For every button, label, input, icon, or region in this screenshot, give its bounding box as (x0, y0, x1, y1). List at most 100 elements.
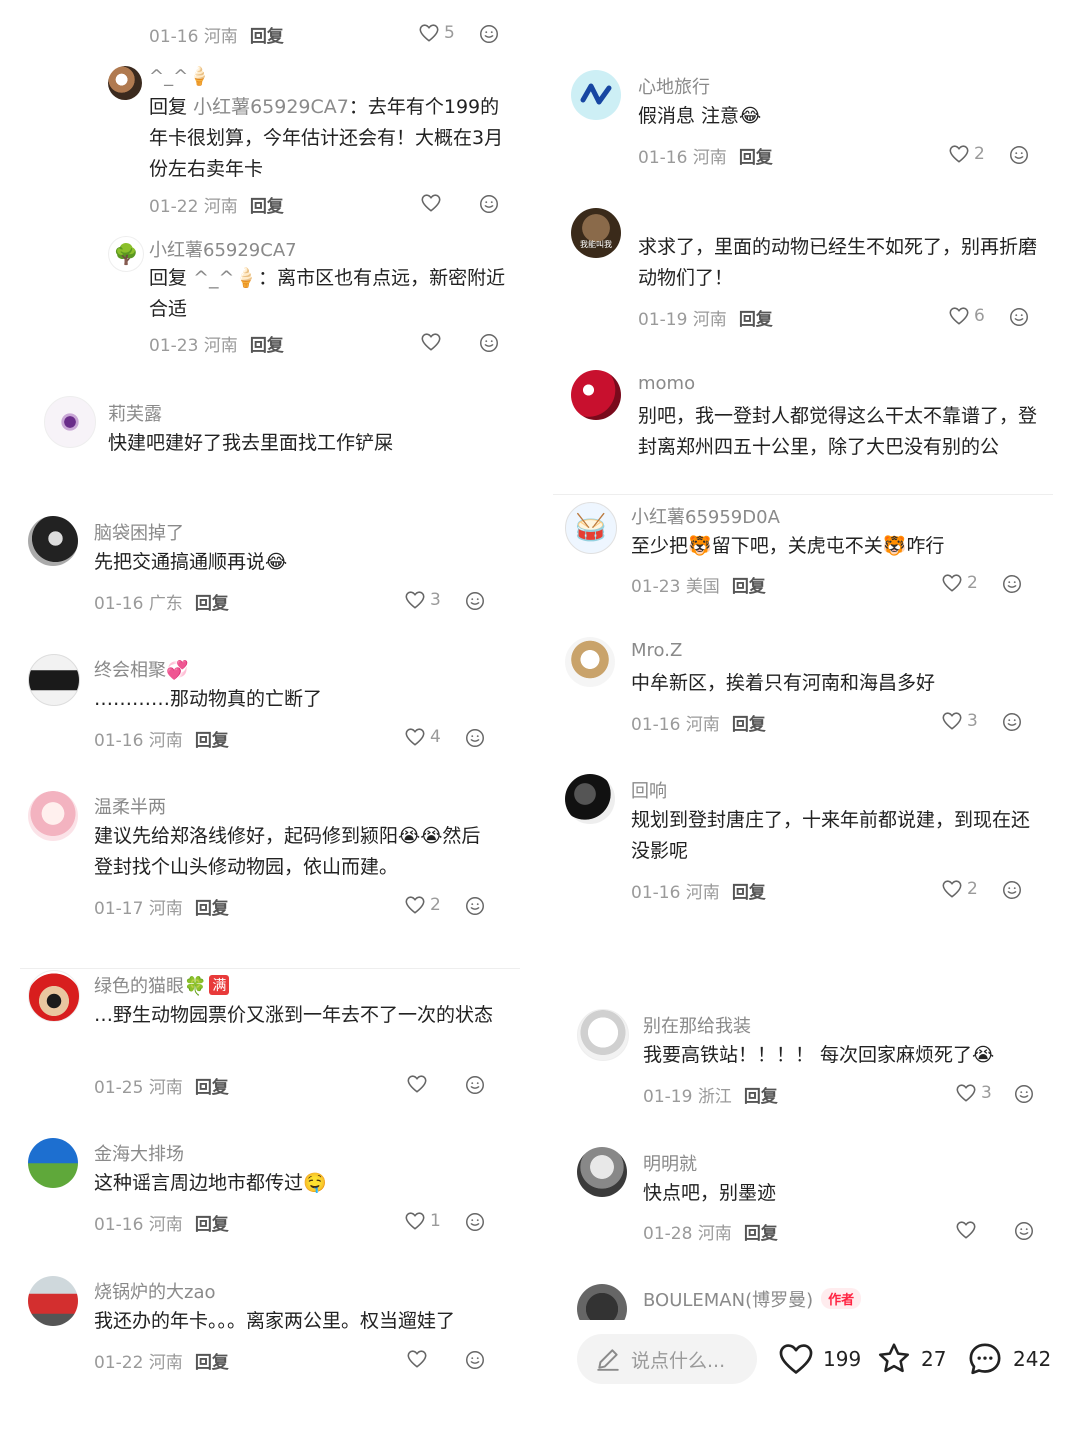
emoji-reaction-icon[interactable] (1001, 711, 1023, 733)
like-button[interactable] (420, 192, 442, 214)
username[interactable]: momo (638, 373, 695, 394)
comment-text: 别吧，我一登封人都觉得这么干太不靠谱了，登封离郑州四五十公里，除了大巴没有别的公 (638, 405, 1038, 458)
username[interactable]: 小红薯65959D0A (631, 503, 780, 529)
like-button[interactable] (955, 1219, 977, 1241)
heart-icon (420, 192, 442, 214)
avatar[interactable]: 🌳 (108, 236, 144, 272)
like-button[interactable] (406, 1073, 428, 1095)
comment-text: 建议先给郑洛线修好，起码修到颍阳😭😭然后登封找个山头修动物园，依山而建。 (94, 825, 481, 878)
avatar[interactable] (571, 370, 621, 420)
like-post-button[interactable]: 199 (777, 1334, 861, 1384)
username[interactable]: 小红薯65929CA7 (149, 236, 297, 262)
like-button[interactable]: 3 (404, 589, 441, 611)
like-button[interactable]: 3 (941, 710, 978, 732)
reply-button[interactable]: 回复 (195, 899, 229, 919)
emoji-reaction-icon[interactable] (1013, 1220, 1035, 1242)
avatar[interactable] (28, 791, 78, 841)
reply-button[interactable]: 回复 (732, 883, 766, 903)
avatar[interactable] (28, 654, 80, 706)
reply-button[interactable]: 回复 (195, 1215, 229, 1235)
comment-meta: 01-23 河南 回复 (149, 336, 284, 356)
avatar[interactable]: 我能叫我 (571, 208, 621, 258)
reply-button[interactable]: 回复 (250, 336, 284, 356)
avatar[interactable]: 🥁 (565, 502, 617, 554)
reply-button[interactable]: 回复 (250, 197, 284, 217)
emoji-reaction-icon[interactable] (478, 193, 500, 215)
username[interactable]: 明明就 (643, 1150, 697, 1176)
heart-icon (955, 1082, 977, 1104)
username[interactable]: 别在那给我装 (643, 1012, 751, 1038)
divider (553, 494, 1053, 495)
username[interactable]: Mro.Z (631, 640, 682, 661)
like-button[interactable]: 2 (948, 143, 985, 165)
avatar[interactable] (571, 70, 621, 120)
avatar[interactable] (565, 774, 615, 824)
comment-meta: 01-16 河南 回复 (94, 731, 229, 751)
like-count: 199 (823, 1347, 862, 1371)
reply-button[interactable]: 回复 (739, 148, 773, 168)
like-button[interactable]: 5 (418, 22, 455, 44)
reply-button[interactable]: 回复 (250, 27, 284, 47)
comment-text: 回复 小红薯65929CA7：去年有个199的年卡很划算，今年估计还会有！大概在… (149, 96, 504, 180)
comment-input[interactable]: 说点什么... (577, 1334, 757, 1384)
reply-button[interactable]: 回复 (732, 577, 766, 597)
like-button[interactable]: 3 (955, 1082, 992, 1104)
reply-button[interactable]: 回复 (195, 1078, 229, 1098)
avatar[interactable] (108, 66, 142, 100)
emoji-reaction-icon[interactable] (464, 727, 486, 749)
emoji-reaction-icon[interactable] (464, 590, 486, 612)
like-button[interactable]: 2 (941, 572, 978, 594)
emoji-reaction-icon[interactable] (478, 23, 500, 45)
emoji-reaction-icon[interactable] (1008, 306, 1030, 328)
emoji-reaction-icon[interactable] (1001, 879, 1023, 901)
username[interactable]: 金海大排场 (94, 1140, 184, 1166)
emoji-reaction-icon[interactable] (1001, 573, 1023, 595)
like-button[interactable] (420, 331, 442, 353)
emoji-reaction-icon[interactable] (1008, 144, 1030, 166)
reply-button[interactable]: 回复 (195, 731, 229, 751)
emoji-reaction-icon[interactable] (464, 895, 486, 917)
comments-button[interactable]: 242 (965, 1334, 1051, 1384)
reply-button[interactable]: 回复 (739, 310, 773, 330)
like-button[interactable]: 2 (941, 878, 978, 900)
avatar[interactable] (565, 637, 615, 687)
username[interactable]: ^_^🍦 (149, 66, 211, 87)
comment-meta: 01-23 美国 回复 (631, 577, 766, 597)
avatar[interactable] (28, 1276, 78, 1326)
reply-button[interactable]: 回复 (744, 1087, 778, 1107)
username[interactable]: 烧锅炉的大zao (94, 1278, 216, 1304)
username[interactable]: 绿色的猫眼🍀 满 (94, 972, 230, 998)
reply-button[interactable]: 回复 (195, 1353, 229, 1373)
emoji-reaction-icon[interactable] (464, 1074, 486, 1096)
heart-icon (948, 305, 970, 327)
emoji-reaction-icon[interactable] (464, 1211, 486, 1233)
like-button[interactable]: 1 (404, 1210, 441, 1232)
username[interactable]: 温柔半两 (94, 793, 166, 819)
comment-meta: 01-16 广东 回复 (94, 594, 229, 614)
avatar[interactable] (28, 1138, 78, 1188)
username[interactable]: 脑袋困掉了 (94, 519, 184, 545)
reply-button[interactable]: 回复 (744, 1224, 778, 1244)
username[interactable]: 终会相聚💞 (94, 656, 188, 682)
heart-icon (941, 710, 963, 732)
emoji-reaction-icon[interactable] (478, 332, 500, 354)
comment-text: 至少把🐯留下吧，关虎屯不关🐯咋行 (631, 535, 945, 557)
reply-button[interactable]: 回复 (732, 715, 766, 735)
username[interactable]: 回响 (631, 777, 667, 803)
avatar[interactable] (577, 1009, 629, 1061)
username[interactable]: 心地旅行 (638, 73, 710, 99)
username[interactable]: 莉芙露 (108, 400, 162, 426)
avatar[interactable] (44, 396, 96, 448)
emoji-reaction-icon[interactable] (1013, 1083, 1035, 1105)
avatar[interactable] (28, 516, 78, 566)
like-button[interactable]: 2 (404, 894, 441, 916)
like-button[interactable]: 6 (948, 305, 985, 327)
emoji-reaction-icon[interactable] (464, 1349, 486, 1371)
avatar[interactable] (28, 970, 80, 1022)
collect-button[interactable]: 27 (875, 1334, 946, 1384)
username[interactable]: BOULEMAN(博罗曼) 作者 (643, 1286, 862, 1312)
like-button[interactable] (406, 1348, 428, 1370)
reply-button[interactable]: 回复 (195, 594, 229, 614)
like-button[interactable]: 4 (404, 726, 441, 748)
avatar[interactable] (577, 1147, 627, 1197)
